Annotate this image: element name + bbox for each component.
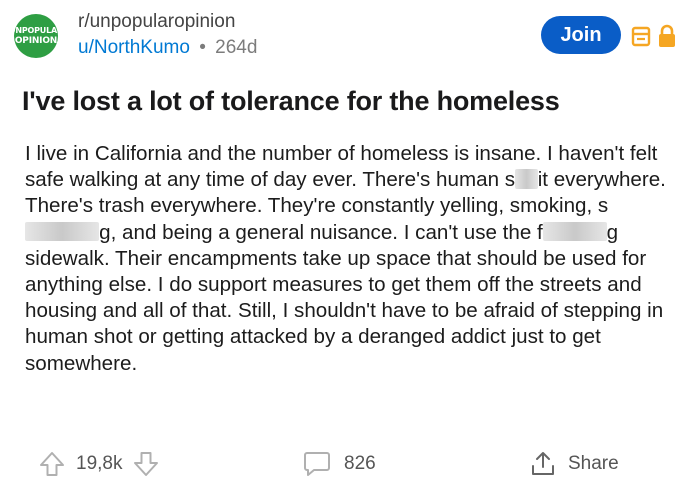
censored-word-blur (515, 169, 538, 189)
arrow-up-icon[interactable] (38, 450, 66, 478)
share-icon (530, 450, 556, 478)
lock-icon (657, 24, 677, 48)
comment-count: 826 (344, 453, 376, 474)
author-username[interactable]: u/NorthKumo (78, 37, 190, 58)
post-title[interactable]: I've lost a lot of tolerance for the hom… (22, 86, 682, 117)
body-text-part3: g, and being a general nuisance. I can't… (99, 220, 543, 244)
vote-count: 19,8k (76, 453, 123, 474)
comments-button[interactable]: 826 (302, 450, 376, 478)
separator-dot: • (199, 37, 206, 58)
censored-word-blur (25, 221, 100, 242)
join-button[interactable]: Join (541, 16, 621, 54)
post-age: 264d (215, 37, 258, 58)
community-avatar[interactable]: UNPOPULAR OPINION (9, 14, 63, 58)
share-button[interactable]: Share (530, 450, 619, 478)
post-body: I live in California and the number of h… (25, 141, 675, 377)
arrow-down-icon[interactable] (132, 450, 160, 478)
community-name[interactable]: r/unpopularopinion (78, 11, 235, 33)
avatar-text-line2: OPINION (14, 36, 58, 46)
censored-word-blur (542, 221, 607, 242)
post-header: UNPOPULAR OPINION r/unpopularopinion u/N… (9, 10, 686, 62)
avatar-text-line1: UNPOPULAR (9, 26, 63, 35)
header-icons (631, 24, 677, 48)
author-row: u/NorthKumo • 264d (78, 37, 257, 59)
post-action-bar: 19,8k 826 Share (0, 440, 700, 490)
share-label: Share (568, 453, 619, 474)
calendar-badge-icon (631, 25, 651, 47)
speech-bubble-icon (302, 450, 332, 478)
vote-controls: 19,8k (38, 450, 160, 478)
